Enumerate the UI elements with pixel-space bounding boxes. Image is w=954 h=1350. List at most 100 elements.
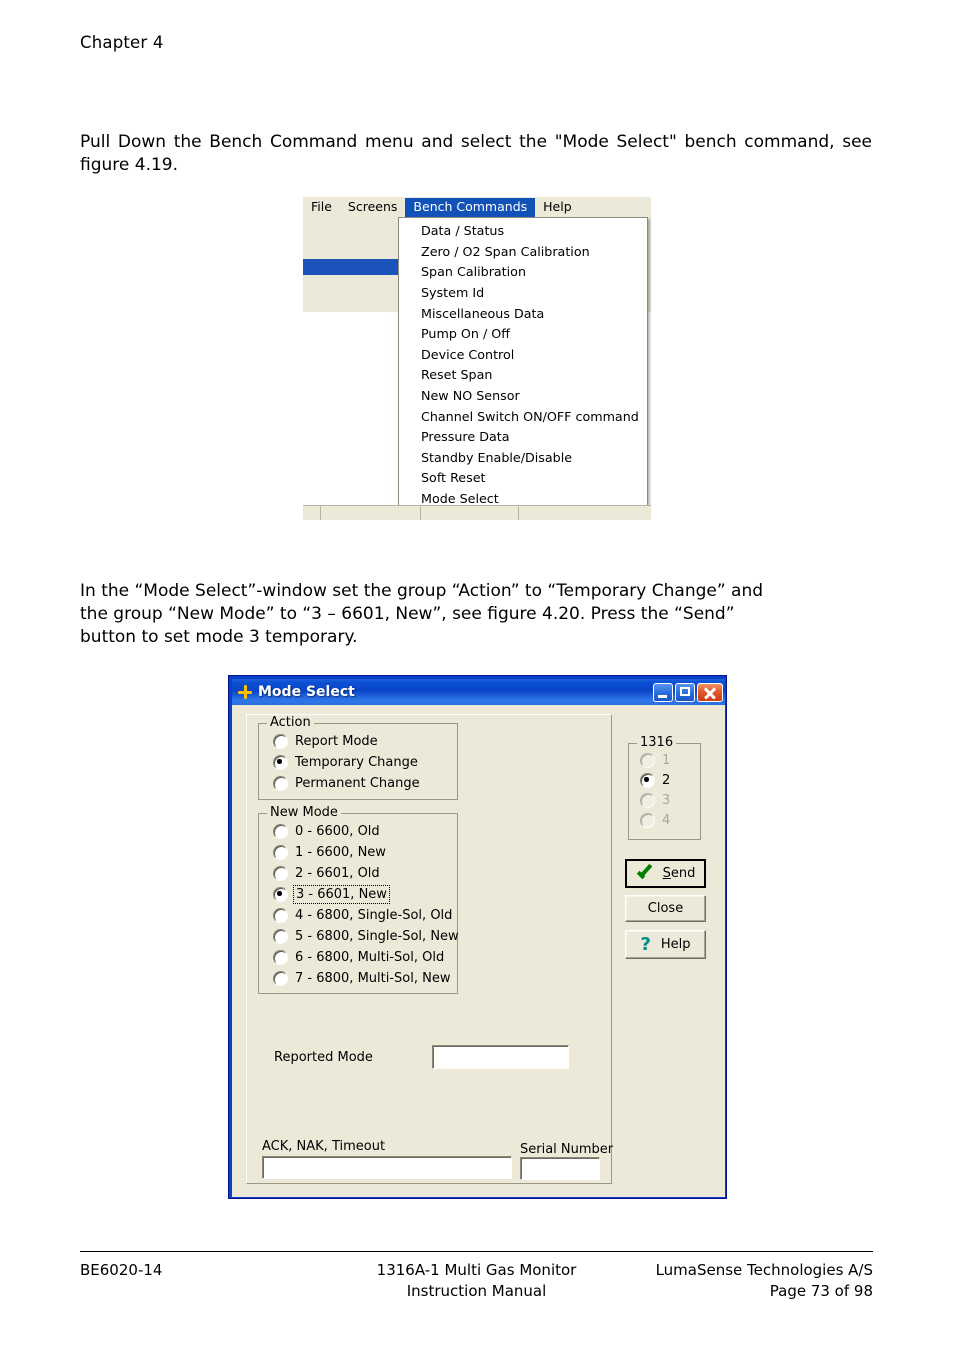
menu-item-soft-reset[interactable]: Soft Reset — [399, 468, 647, 489]
menu-bar-item-screens[interactable]: Screens — [340, 198, 406, 217]
radio-button-icon — [273, 908, 288, 923]
radio-label: 7 - 6800, Multi-Sol, New — [295, 971, 451, 986]
bench-commands-dropdown[interactable]: Data / Status Zero / O2 Span Calibration… — [398, 217, 648, 514]
footer-divider — [80, 1251, 873, 1252]
menu-item-reset-span[interactable]: Reset Span — [399, 365, 647, 386]
radio-mode-0[interactable]: 0 - 6600, Old — [273, 824, 380, 839]
radio-label: 4 - 6800, Single-Sol, Old — [295, 908, 453, 923]
footer-document-number: BE6020-14 — [80, 1261, 163, 1279]
menu-item-new-no-sensor[interactable]: New NO Sensor — [399, 386, 647, 407]
radio-device-3[interactable]: 3 — [640, 793, 670, 808]
ack-nak-timeout-input[interactable] — [262, 1156, 512, 1179]
radio-button-icon-selected — [640, 773, 655, 788]
close-icon[interactable] — [697, 682, 723, 702]
action-groupbox: Action Report Mode Temporary Change Perm… — [258, 716, 458, 800]
dialog-title: Mode Select — [258, 684, 355, 700]
radio-button-icon — [273, 776, 288, 791]
menu-item-span-calibration[interactable]: Span Calibration — [399, 262, 647, 283]
action-groupbox-title: Action — [267, 716, 314, 730]
menu-item-channel-switch-on-off-command[interactable]: Channel Switch ON/OFF command — [399, 406, 647, 427]
maximize-icon[interactable] — [675, 682, 695, 702]
radio-label: Temporary Change — [295, 755, 418, 770]
radio-button-icon-selected — [273, 887, 288, 902]
selected-row-highlight — [303, 259, 398, 275]
help-button-label: Help — [660, 937, 691, 952]
menu-bar-item-file[interactable]: File — [303, 198, 340, 217]
status-bar-cell — [519, 506, 651, 520]
menu-item-zero-o2-span-calibration[interactable]: Zero / O2 Span Calibration — [399, 242, 647, 263]
radio-button-icon-disabled — [640, 753, 655, 768]
radio-label: 2 - 6601, Old — [295, 866, 380, 881]
radio-button-icon — [273, 866, 288, 881]
serial-number-input[interactable] — [520, 1157, 600, 1180]
dialog-title-bar[interactable]: Mode Select — [232, 679, 725, 705]
radio-label: 6 - 6800, Multi-Sol, Old — [295, 950, 445, 965]
radio-button-icon — [273, 950, 288, 965]
menu-item-data-status[interactable]: Data / Status — [399, 221, 647, 242]
question-mark-icon: ? — [640, 933, 651, 955]
mode-select-dialog: Mode Select Action Report Mode Temporary… — [228, 675, 727, 1199]
send-button-label: Send — [662, 866, 696, 881]
radio-mode-5[interactable]: 5 - 6800, Single-Sol, New — [273, 929, 459, 944]
figure-bench-commands-menu: File Screens Bench Commands Help Data / … — [303, 197, 651, 520]
radio-button-icon — [273, 845, 288, 860]
menu-bar[interactable]: File Screens Bench Commands Help — [303, 197, 651, 217]
instruction-paragraph-2-line-1: In the “Mode Select”-window set the grou… — [80, 581, 764, 601]
footer-spacer — [80, 1281, 344, 1302]
status-bar — [303, 505, 651, 520]
radio-button-icon — [273, 824, 288, 839]
radio-device-1[interactable]: 1 — [640, 753, 670, 768]
radio-mode-6[interactable]: 6 - 6800, Multi-Sol, Old — [273, 950, 444, 965]
menu-item-miscellaneous-data[interactable]: Miscellaneous Data — [399, 303, 647, 324]
radio-label: 1 — [662, 753, 671, 768]
radio-label: 2 — [662, 773, 671, 788]
radio-permanent-change[interactable]: Permanent Change — [273, 776, 420, 791]
footer-page-number: Page 73 of 98 — [769, 1282, 873, 1300]
radio-mode-4[interactable]: 4 - 6800, Single-Sol, Old — [273, 908, 452, 923]
window-controls[interactable] — [653, 682, 723, 702]
radio-device-4[interactable]: 4 — [640, 813, 670, 828]
send-button[interactable]: Send — [625, 859, 706, 888]
radio-mode-3[interactable]: 3 - 6601, New — [273, 885, 390, 904]
instruction-paragraph-2-line-2: the group “New Mode” to “3 – 6601, New”,… — [80, 604, 735, 624]
menu-bar-item-bench-commands[interactable]: Bench Commands — [405, 197, 536, 217]
reported-mode-input[interactable] — [432, 1045, 569, 1069]
footer-product-name: 1316A-1 Multi Gas Monitor — [376, 1261, 577, 1279]
device-1316-groupbox-title: 1316 — [637, 736, 677, 750]
radio-button-icon-disabled — [640, 793, 655, 808]
menu-bar-item-help[interactable]: Help — [535, 198, 580, 217]
checkmark-icon — [636, 866, 653, 881]
dialog-client-area: Action Report Mode Temporary Change Perm… — [232, 705, 725, 1197]
radio-label: 5 - 6800, Single-Sol, New — [295, 929, 459, 944]
close-button-label: Close — [647, 901, 684, 916]
radio-report-mode[interactable]: Report Mode — [273, 734, 378, 749]
radio-button-icon — [273, 929, 288, 944]
chapter-label: Chapter 4 — [80, 33, 164, 52]
new-mode-groupbox-title: New Mode — [267, 806, 341, 820]
minimize-icon[interactable] — [653, 682, 673, 702]
radio-label: Report Mode — [295, 734, 378, 749]
footer-company-name: LumaSense Technologies A/S — [655, 1261, 873, 1279]
ack-nak-timeout-label: ACK, NAK, Timeout — [262, 1139, 386, 1154]
radio-label: 0 - 6600, Old — [295, 824, 380, 839]
menu-item-standby-enable-disable[interactable]: Standby Enable/Disable — [399, 448, 647, 469]
radio-device-2[interactable]: 2 — [640, 773, 670, 788]
plus-star-icon — [237, 684, 253, 700]
menu-item-pump-on-off[interactable]: Pump On / Off — [399, 324, 647, 345]
menu-item-pressure-data[interactable]: Pressure Data — [399, 427, 647, 448]
help-button[interactable]: ? Help — [625, 930, 706, 959]
footer-row-2: Instruction Manual Page 73 of 98 — [80, 1281, 873, 1302]
radio-mode-1[interactable]: 1 - 6600, New — [273, 845, 386, 860]
radio-label: 1 - 6600, New — [295, 845, 386, 860]
footer-manual-label: Instruction Manual — [406, 1282, 547, 1300]
radio-button-icon — [273, 734, 288, 749]
menu-item-system-id[interactable]: System Id — [399, 283, 647, 304]
radio-label: 3 — [662, 793, 671, 808]
radio-temporary-change[interactable]: Temporary Change — [273, 755, 418, 770]
menu-item-device-control[interactable]: Device Control — [399, 345, 647, 366]
radio-mode-2[interactable]: 2 - 6601, Old — [273, 866, 380, 881]
radio-label: 3 - 6601, New — [293, 885, 390, 904]
radio-mode-7[interactable]: 7 - 6800, Multi-Sol, New — [273, 971, 450, 986]
close-button[interactable]: Close — [625, 895, 706, 922]
device-1316-groupbox: 1316 1 2 3 4 — [628, 736, 701, 840]
